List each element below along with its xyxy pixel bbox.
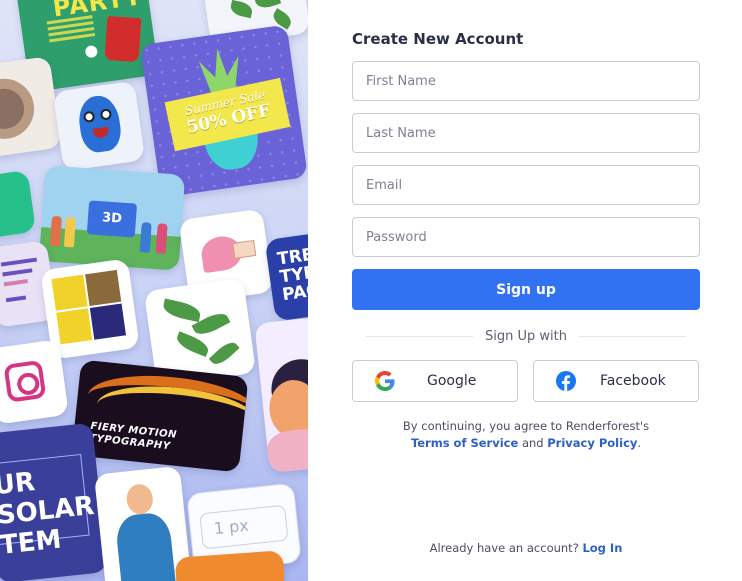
log-in-link[interactable]: Log In	[582, 541, 622, 555]
green-tile	[0, 169, 37, 241]
social-divider-label: Sign Up with	[485, 328, 567, 344]
last-name-field[interactable]	[352, 113, 700, 153]
sign-up-button[interactable]: Sign up	[352, 269, 700, 310]
character-tile	[254, 317, 308, 473]
instagram-icon	[3, 359, 47, 403]
red-cup	[104, 15, 142, 63]
leaf-icon	[161, 298, 203, 323]
divider-line	[366, 335, 474, 337]
leaf-icon	[208, 338, 240, 369]
first-name-field[interactable]	[352, 61, 700, 101]
google-signup-button[interactable]: Google	[352, 360, 518, 402]
ping-pong-ball	[84, 44, 99, 59]
login-prompt: Already have an account? Log In	[352, 541, 700, 555]
summer-sale-tile: Summer Sale 50% OFF	[140, 24, 308, 198]
facebook-signup-button[interactable]: Facebook	[533, 360, 699, 402]
facebook-icon	[556, 371, 576, 391]
login-prompt-text: Already have an account?	[429, 541, 579, 555]
terms-notice: By continuing, you agree to Renderforest…	[352, 418, 700, 452]
google-icon	[375, 371, 395, 391]
terms-suffix: .	[637, 436, 642, 450]
signup-panel: Create New Account Sign up Sign Up with …	[308, 0, 742, 581]
kids-3d-label: 3D	[86, 200, 138, 238]
px-value: 1 px	[199, 504, 289, 550]
envelope-icon	[232, 239, 257, 259]
orange-tile	[174, 550, 286, 581]
page-title: Create New Account	[352, 30, 524, 48]
password-field[interactable]	[352, 217, 700, 257]
typo-word: TRE TYPO PACK	[275, 244, 308, 306]
solar-tile: UR SOLAR TEM	[0, 422, 108, 581]
instagram-tile	[0, 339, 69, 425]
terms-of-service-link[interactable]: Terms of Service	[411, 436, 518, 450]
social-divider: Sign Up with	[366, 326, 686, 346]
leaf-icon	[174, 331, 212, 358]
terms-prefix: By continuing, you agree to Renderforest…	[402, 419, 650, 433]
solar-text: UR SOLAR TEM	[0, 467, 96, 561]
google-label: Google	[427, 373, 477, 389]
email-field[interactable]	[352, 165, 700, 205]
typo-pack-tile: TRE TYPO PACK	[264, 232, 308, 322]
kids-3d-tile: 3D	[38, 165, 186, 271]
monster-tile	[52, 80, 146, 172]
divider-line	[578, 335, 686, 337]
terms-links-line: Terms of Service and Privacy Policy.	[352, 435, 700, 452]
facebook-label: Facebook	[600, 373, 666, 389]
leaf-icon	[229, 0, 254, 19]
privacy-policy-link[interactable]: Privacy Policy	[547, 436, 637, 450]
monster-character	[76, 93, 124, 155]
fiery-motion-tile: FIERY MOTION TYPOGRAPHY	[71, 359, 249, 473]
template-collage: PARTY Summer Sale 50% OFF 3D TRE TYPO PA…	[0, 0, 308, 581]
terms-and: and	[521, 436, 544, 450]
